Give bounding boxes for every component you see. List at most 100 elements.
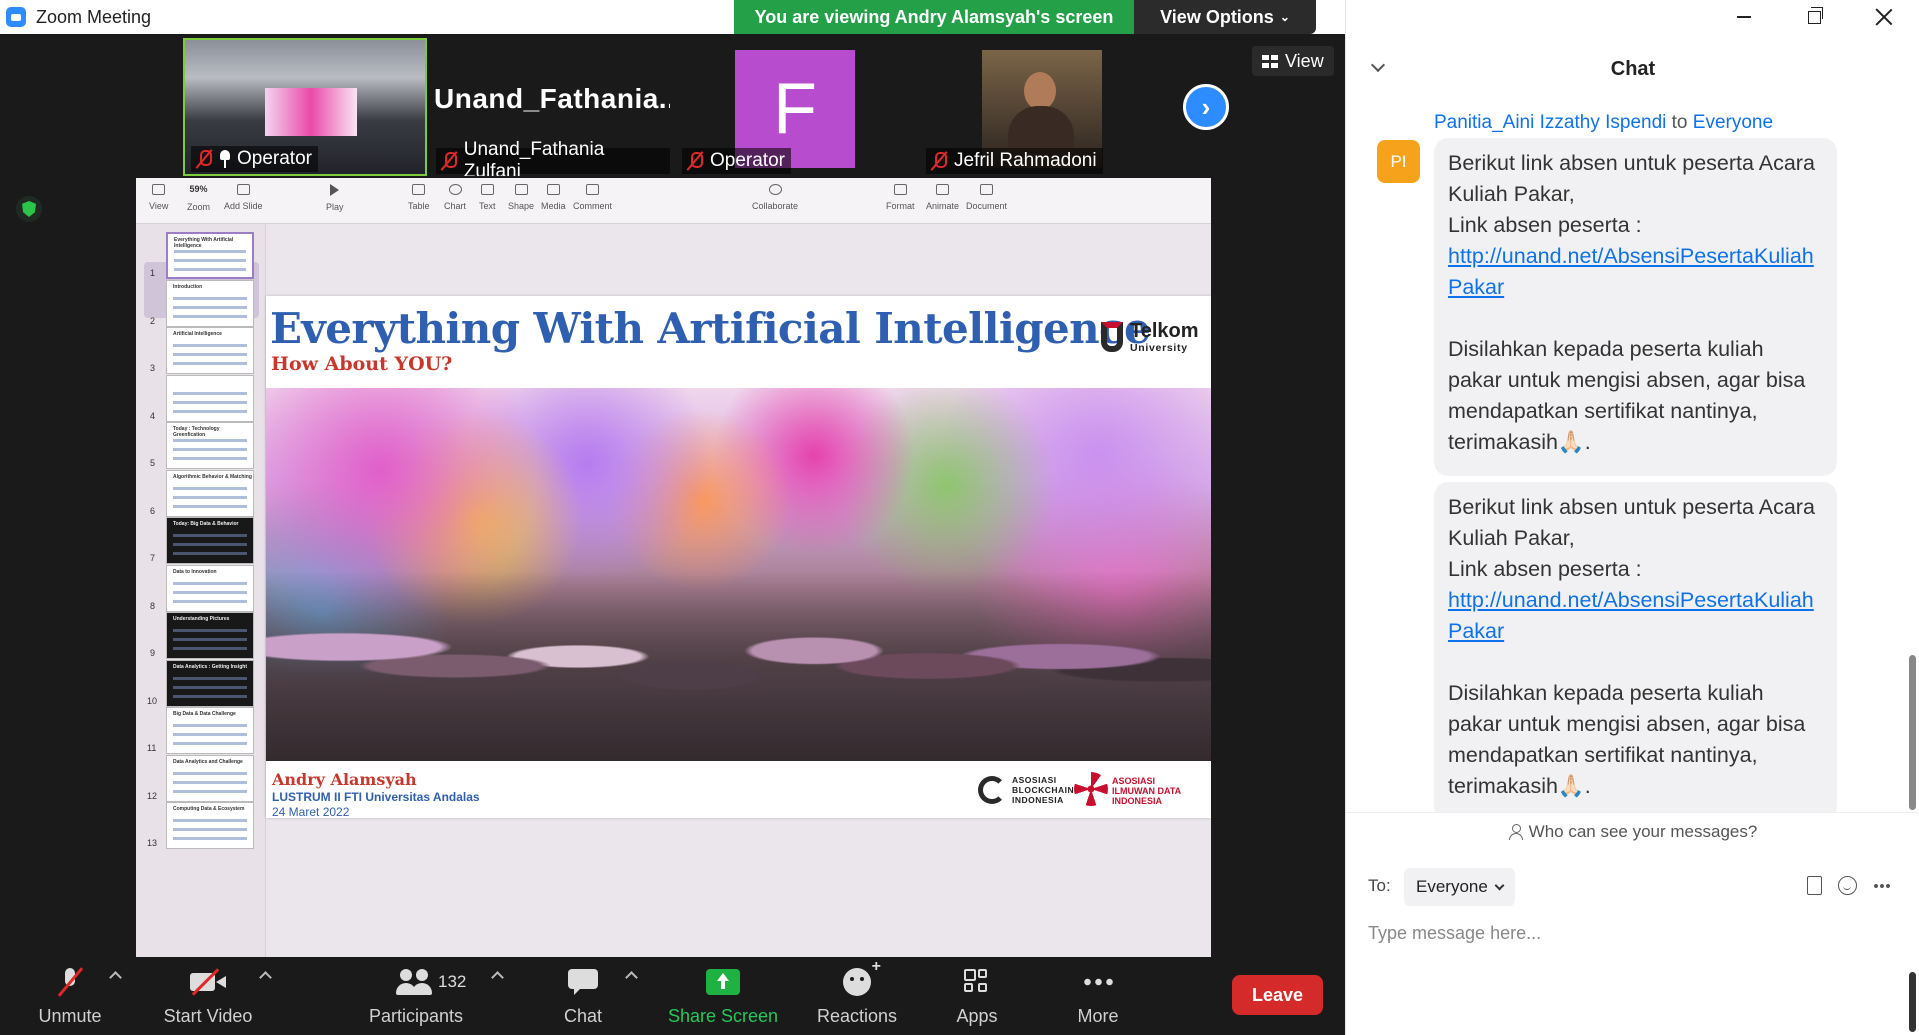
video-tile[interactable]: Jefril Rahmadoni bbox=[920, 38, 1164, 176]
participant-name: Operator bbox=[710, 150, 785, 171]
slide-thumbnail[interactable]: Artificial Intelligence bbox=[166, 327, 254, 374]
thumbnail-title: Data Analytics and Challenge bbox=[173, 758, 243, 765]
slide-number: 6 bbox=[150, 505, 156, 516]
file-icon[interactable] bbox=[1807, 876, 1822, 895]
who-can-see-link[interactable]: Who can see your messages? bbox=[1346, 822, 1919, 842]
kn-tool-chart[interactable]: Chart bbox=[444, 184, 466, 211]
view-options-button[interactable]: View Options ⌄ bbox=[1134, 0, 1316, 34]
unmute-button[interactable]: Unmute bbox=[28, 957, 112, 1035]
slide-thumbnail[interactable]: Everything With Artificial Intelligence bbox=[166, 232, 254, 279]
message-input[interactable] bbox=[1368, 918, 1888, 948]
recipient-name[interactable]: Everyone bbox=[1693, 112, 1773, 133]
slide-thumbnail[interactable]: Data Analytics : Getting Insight bbox=[166, 659, 254, 707]
recipient-select[interactable]: Everyone bbox=[1404, 868, 1515, 906]
chat-button[interactable]: Chat bbox=[553, 957, 613, 1035]
chat-message: Berikut link absen untuk peserta Acara K… bbox=[1434, 138, 1837, 476]
window-title: Zoom Meeting bbox=[36, 6, 152, 27]
more-options-icon[interactable] bbox=[1873, 883, 1891, 888]
chevron-down-icon: ⌄ bbox=[1279, 10, 1290, 24]
more-button[interactable]: More bbox=[1068, 957, 1128, 1035]
video-tile[interactable]: Operator bbox=[183, 38, 427, 176]
kn-tool-collaborate[interactable]: Collaborate bbox=[752, 184, 798, 211]
shield-icon bbox=[22, 201, 36, 217]
message-text: Disilahkan kepada peserta kuliah pakar u… bbox=[1448, 337, 1806, 454]
animate-icon bbox=[936, 184, 950, 195]
participants-button[interactable]: 132 Participants bbox=[366, 957, 466, 1035]
kn-tool-zoom[interactable]: 59% Zoom bbox=[187, 184, 210, 212]
kn-tool-play[interactable]: Play bbox=[326, 184, 344, 212]
slide-number: 8 bbox=[150, 600, 156, 611]
slide-thumbnail[interactable]: Data to Innovation bbox=[166, 564, 254, 612]
slide-thumbnail[interactable]: Computing Data & Ecosystem bbox=[166, 802, 254, 849]
restore-button[interactable] bbox=[1779, 0, 1849, 34]
video-tile[interactable]: F Operator bbox=[676, 38, 912, 176]
video-tile[interactable]: Unand_Fathania... Unand_Fathania Zulfani bbox=[430, 38, 670, 176]
minimize-button[interactable] bbox=[1709, 0, 1779, 34]
kn-tool-label: Zoom bbox=[187, 202, 211, 212]
slide-thumbnail[interactable]: Algorithmic Behavior & Matching bbox=[166, 469, 254, 517]
chat-scrollbar[interactable] bbox=[1909, 655, 1916, 810]
apps-label: Apps bbox=[956, 1006, 998, 1026]
keynote-toolbar: View 59% Zoom Add Slide Play Table Chart … bbox=[136, 178, 1211, 224]
chevron-down-icon bbox=[1494, 880, 1505, 890]
close-icon bbox=[1875, 8, 1893, 26]
kn-tool-animate[interactable]: Animate bbox=[926, 184, 959, 211]
slide-thumbnail[interactable]: Today: Big Data & Behavior bbox=[166, 517, 254, 564]
kn-tool-add-slide[interactable]: Add Slide bbox=[224, 184, 263, 211]
emoji-icon[interactable] bbox=[1838, 876, 1857, 895]
kn-tool-text[interactable]: Text bbox=[479, 184, 496, 211]
reactions-button[interactable]: Reactions bbox=[812, 957, 902, 1035]
slide-thumbnail[interactable]: Understanding Pictures bbox=[166, 612, 254, 659]
zoom-value: 59% bbox=[189, 184, 208, 194]
thumbnail-title: Data to Innovation bbox=[173, 568, 217, 575]
kn-tool-format[interactable]: Format bbox=[886, 184, 915, 211]
to-label: To: bbox=[1368, 876, 1391, 895]
kn-tool-shape[interactable]: Shape bbox=[508, 184, 534, 211]
view-button[interactable]: View bbox=[1252, 46, 1334, 76]
leave-button[interactable]: Leave bbox=[1232, 975, 1323, 1015]
slide-thumbnail[interactable]: Introduction bbox=[166, 279, 254, 327]
audio-options-caret[interactable] bbox=[111, 969, 120, 982]
input-scrollbar[interactable] bbox=[1909, 972, 1916, 1032]
encryption-shield-icon[interactable] bbox=[16, 196, 42, 222]
start-video-button[interactable]: Start Video bbox=[158, 957, 258, 1035]
thumbnail-title: Artificial Intelligence bbox=[173, 331, 222, 337]
kn-tool-label: Chart bbox=[444, 201, 467, 211]
apps-button[interactable]: Apps bbox=[947, 957, 1007, 1035]
share-screen-button[interactable]: Share Screen bbox=[668, 957, 778, 1035]
view-options-label: View Options bbox=[1160, 6, 1274, 27]
kn-tool-table[interactable]: Table bbox=[408, 184, 430, 211]
message-link[interactable]: http://unand.net/AbsensiPesertaKuliahPak… bbox=[1448, 244, 1814, 299]
chat-options-caret[interactable] bbox=[627, 969, 636, 982]
slide-thumbnail[interactable] bbox=[166, 374, 254, 422]
reactions-label: Reactions bbox=[816, 1006, 898, 1026]
kn-tool-document[interactable]: Document bbox=[966, 184, 1007, 211]
sender-name[interactable]: Panitia_Aini Izzathy Ispendi bbox=[1434, 112, 1666, 133]
participants-options-caret[interactable] bbox=[493, 969, 502, 982]
slide-thumbnail[interactable]: Data Analytics and Challenge bbox=[166, 754, 254, 802]
kn-tool-media[interactable]: Media bbox=[541, 184, 566, 211]
message-text: Berikut link absen untuk peserta Acara K… bbox=[1448, 495, 1815, 550]
kn-tool-comment[interactable]: Comment bbox=[573, 184, 612, 211]
thumbnail-title: Today : Technology Greenfication bbox=[173, 426, 220, 438]
thumbnail-title: Today: Big Data & Behavior bbox=[173, 521, 239, 527]
thumbnail-title: Algorithmic Behavior & Matching bbox=[173, 473, 252, 480]
participant-name: Unand_Fathania Zulfani bbox=[463, 139, 605, 176]
slide-thumbnail[interactable]: Today : Technology Greenfication bbox=[166, 422, 254, 469]
kn-tool-view[interactable]: View bbox=[149, 184, 168, 211]
zoom-app-icon bbox=[6, 7, 26, 27]
participant-name: Operator bbox=[237, 148, 312, 169]
next-page-button[interactable]: › bbox=[1183, 84, 1229, 130]
kn-tool-label: Collaborate bbox=[752, 201, 799, 211]
thumbnail-content bbox=[173, 676, 247, 680]
message-link[interactable]: http://unand.net/AbsensiPesertaKuliahPak… bbox=[1448, 588, 1814, 643]
chat-panel: Chat Panitia_Aini Izzathy Ispendi to Eve… bbox=[1345, 0, 1919, 1035]
close-button[interactable] bbox=[1849, 0, 1919, 34]
share-screen-icon bbox=[706, 969, 740, 995]
slide-thumbnail[interactable]: Big Data & Data Challenge bbox=[166, 707, 254, 754]
telkom-university-logo: Telkom University bbox=[1101, 320, 1206, 356]
thumbnail-content bbox=[173, 724, 247, 727]
pin-icon bbox=[219, 150, 231, 168]
recipient-select-value: Everyone bbox=[1416, 877, 1488, 896]
video-options-caret[interactable] bbox=[261, 969, 270, 982]
